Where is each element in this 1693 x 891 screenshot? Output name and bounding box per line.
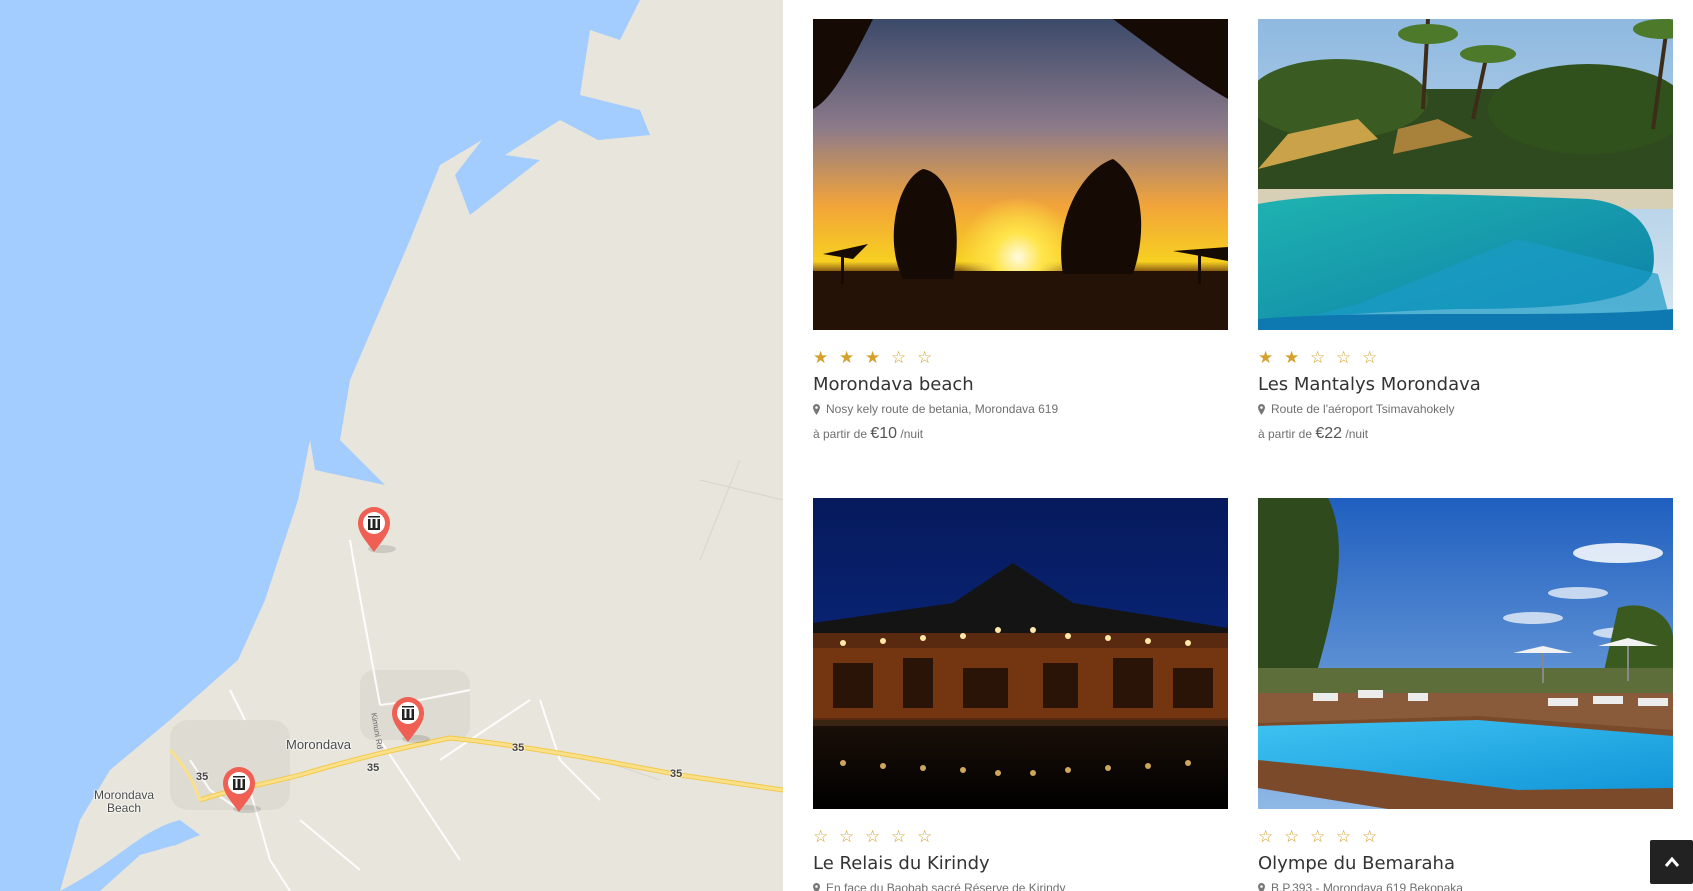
hotel-address-text: En face du Baobab sacré Réserve de Kirin… xyxy=(826,881,1066,891)
hotel-name[interactable]: Morondava beach xyxy=(813,374,1228,396)
hotel-address: Route de l'aéroport Tsimavahokely xyxy=(1258,402,1673,417)
night-restaurant-photo[interactable] xyxy=(813,498,1228,809)
pool-terrace-image xyxy=(1258,498,1673,809)
star-filled-icon: ★ xyxy=(865,348,881,367)
price-prefix: à partir de xyxy=(813,427,868,441)
pool-palms-photo[interactable] xyxy=(1258,19,1673,330)
star-rating: ☆ ☆ ☆ ☆ ☆ xyxy=(813,827,1228,846)
star-rating: ★ ★ ★ ☆ ☆ xyxy=(813,348,1228,367)
hotel-price: à partir de €10 /nuit xyxy=(813,425,1228,443)
star-filled-icon: ★ xyxy=(839,348,855,367)
hotel-card[interactable]: ★ ★ ☆ ☆ ☆ Les Mantalys Morondava Route d… xyxy=(1258,19,1673,443)
star-empty-icon: ☆ xyxy=(1336,827,1352,846)
hotel-listings: ★ ★ ★ ☆ ☆ Morondava beach Nosy kely rout… xyxy=(783,0,1693,891)
map-label-beach: Morondava Beach xyxy=(94,789,154,815)
hotel-card[interactable]: ★ ★ ★ ☆ ☆ Morondava beach Nosy kely rout… xyxy=(813,19,1228,443)
hotel-address-text: B.P.393 - Morondava 619 Bekopaka xyxy=(1271,881,1463,891)
hotel-address: B.P.393 - Morondava 619 Bekopaka xyxy=(1258,881,1673,891)
road-number: 35 xyxy=(670,768,683,780)
night-restaurant-image xyxy=(813,498,1228,809)
star-empty-icon: ☆ xyxy=(1336,348,1352,367)
road-number: 35 xyxy=(512,742,525,754)
star-filled-icon: ★ xyxy=(813,348,829,367)
price-prefix: à partir de xyxy=(1258,427,1313,441)
map-label-beach-line2: Beach xyxy=(107,801,142,815)
price-value: €10 xyxy=(870,425,898,442)
location-pin-icon xyxy=(813,404,820,415)
hotel-address: En face du Baobab sacré Réserve de Kirin… xyxy=(813,881,1228,891)
hotel-card[interactable]: ☆ ☆ ☆ ☆ ☆ Le Relais du Kirindy En face d… xyxy=(813,498,1228,891)
star-empty-icon: ☆ xyxy=(891,348,907,367)
chevron-up-icon xyxy=(1664,856,1679,867)
location-pin-icon xyxy=(1258,404,1265,415)
hotel-icon xyxy=(223,767,261,813)
location-pin-icon xyxy=(813,883,820,891)
pool-terrace-photo[interactable] xyxy=(1258,498,1673,809)
hotel-address: Nosy kely route de betania, Morondava 61… xyxy=(813,402,1228,417)
map-marker-hotel[interactable] xyxy=(356,505,396,557)
hotel-card[interactable]: ☆ ☆ ☆ ☆ ☆ Olympe du Bemaraha B.P.393 - M… xyxy=(1258,498,1673,891)
map-marker-hotel[interactable] xyxy=(221,765,261,817)
star-empty-icon: ☆ xyxy=(839,827,855,846)
map-canvas xyxy=(0,0,783,891)
star-rating: ☆ ☆ ☆ ☆ ☆ xyxy=(1258,827,1673,846)
price-suffix: /nuit xyxy=(900,427,924,441)
star-empty-icon: ☆ xyxy=(1362,348,1378,367)
star-empty-icon: ☆ xyxy=(891,827,907,846)
star-rating: ★ ★ ☆ ☆ ☆ xyxy=(1258,348,1673,367)
hotel-icon xyxy=(358,507,396,553)
pool-palms-image xyxy=(1258,19,1673,330)
hotel-price: à partir de €22 /nuit xyxy=(1258,425,1673,443)
location-pin-icon xyxy=(1258,883,1265,891)
hotel-address-text: Nosy kely route de betania, Morondava 61… xyxy=(826,402,1059,416)
price-suffix: /nuit xyxy=(1345,427,1369,441)
star-empty-icon: ☆ xyxy=(1362,827,1378,846)
scroll-to-top-button[interactable] xyxy=(1650,840,1693,884)
star-empty-icon: ☆ xyxy=(917,827,933,846)
price-value: €22 xyxy=(1315,425,1343,442)
star-empty-icon: ☆ xyxy=(1310,827,1326,846)
star-empty-icon: ☆ xyxy=(865,827,881,846)
star-empty-icon: ☆ xyxy=(1310,348,1326,367)
map[interactable]: Morondava Beach Morondava Kimuni Rd 35 3… xyxy=(0,0,783,891)
road-number: 35 xyxy=(196,771,209,783)
star-filled-icon: ★ xyxy=(1258,348,1274,367)
star-empty-icon: ☆ xyxy=(813,827,829,846)
star-empty-icon: ☆ xyxy=(1284,827,1300,846)
map-label-town: Morondava xyxy=(286,737,352,752)
road-number: 35 xyxy=(367,762,380,774)
hotel-name[interactable]: Olympe du Bemaraha xyxy=(1258,853,1673,875)
hotel-name[interactable]: Le Relais du Kirindy xyxy=(813,853,1228,875)
sunset-beach-photo[interactable] xyxy=(813,19,1228,330)
star-empty-icon: ☆ xyxy=(917,348,933,367)
hotel-icon xyxy=(392,697,430,743)
hotel-name[interactable]: Les Mantalys Morondava xyxy=(1258,374,1673,396)
map-marker-hotel[interactable] xyxy=(390,695,430,747)
star-filled-icon: ★ xyxy=(1284,348,1300,367)
sunset-beach-image xyxy=(813,19,1228,330)
star-empty-icon: ☆ xyxy=(1258,827,1274,846)
hotel-address-text: Route de l'aéroport Tsimavahokely xyxy=(1271,402,1455,416)
